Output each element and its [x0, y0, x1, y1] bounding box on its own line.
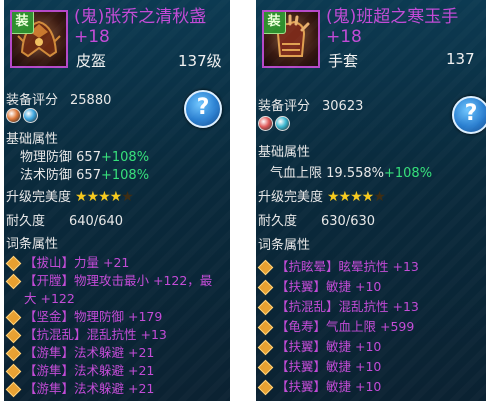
item-header: 装 (鬼)班超之寒玉手 +18 手套 137: [256, 0, 486, 80]
diamond-bullet-icon: [257, 319, 274, 336]
gem-icon[interactable]: [258, 116, 273, 131]
gem-icon[interactable]: [6, 108, 21, 123]
gem-icon[interactable]: [275, 116, 290, 131]
attribute-value: 19.558%: [326, 166, 384, 181]
attribute-value: 657: [76, 168, 101, 183]
gloves-item-icon[interactable]: 装: [262, 10, 320, 68]
affix-entry: 【扶翼】敏捷 +10: [257, 276, 381, 296]
diamond-bullet-icon: [257, 279, 274, 296]
star-rating: ★★★★★: [75, 189, 134, 205]
diamond-bullet-icon: [257, 359, 274, 376]
score-value: 30623: [322, 99, 364, 114]
help-button[interactable]: ?: [452, 96, 486, 134]
score-row: 装备评分 30623: [258, 95, 363, 114]
item-type: 手套: [328, 52, 359, 70]
diamond-bullet-icon: [5, 363, 22, 380]
durability-value: 640/640: [69, 214, 124, 229]
durability-label: 耐久度: [6, 214, 46, 229]
affix-entry: 【扶翼】敏捷 +10: [257, 356, 381, 376]
affix-attributes-label: 词条属性: [6, 237, 59, 252]
diamond-bullet-icon: [257, 299, 274, 316]
diamond-bullet-icon: [5, 309, 22, 326]
affix-entry: 【游隼】法术躲避 +21: [5, 378, 154, 398]
item-enhance-level: +18: [74, 27, 110, 47]
diamond-bullet-icon: [5, 273, 22, 290]
affix-entry: 【龟寿】气血上限 +599: [257, 316, 414, 336]
item-tooltip-left: 装 (鬼)张乔之清秋盏 +18 皮盔 137级 装备评分 25880 ? 基础属性…: [4, 0, 230, 401]
affix-entry: 【游隼】法术躲避 +21: [5, 360, 154, 380]
item-type: 皮盔: [76, 52, 107, 70]
base-attribute-row: 法术防御 657+108%: [20, 164, 149, 183]
affix-attributes-label: 词条属性: [258, 238, 311, 253]
diamond-bullet-icon: [5, 255, 22, 272]
attribute-name: 物理防御: [20, 150, 73, 165]
affix-entry: 【抗眩晕】眩晕抗性 +13: [257, 256, 419, 276]
attribute-value: 657: [76, 150, 101, 165]
attribute-bonus: +108%: [100, 168, 150, 183]
durability-row: 耐久度 630/630: [258, 210, 375, 229]
attribute-name: 气血上限: [270, 166, 323, 181]
diamond-bullet-icon: [5, 345, 22, 362]
equipped-badge: 装: [264, 12, 286, 34]
attribute-bonus: +108%: [384, 166, 433, 181]
star-rating: ★★★★★: [327, 189, 386, 205]
stars-filled: ★★★★: [75, 189, 122, 205]
perfection-row: 升级完美度 ★★★★★: [6, 186, 134, 205]
help-button[interactable]: ?: [184, 90, 222, 128]
stars-filled: ★★★★: [327, 189, 374, 205]
affix-entry: 【扶翼】敏捷 +10: [257, 336, 381, 356]
affix-entry: 【抗混乱】混乱抗性 +13: [257, 296, 419, 316]
attribute-bonus: +108%: [100, 150, 150, 165]
base-attributes-label: 基础属性: [258, 145, 311, 160]
affix-entry: 【坚金】物理防御 +179: [5, 306, 162, 326]
equipped-badge: 装: [12, 12, 34, 34]
affix-entry: 【游隼】法术躲避 +21: [5, 342, 154, 362]
diamond-bullet-icon: [5, 381, 22, 398]
durability-label: 耐久度: [258, 214, 298, 229]
base-attribute-row: 气血上限 19.558%+108%: [270, 162, 432, 181]
diamond-bullet-icon: [257, 379, 274, 396]
gem-icon[interactable]: [23, 108, 38, 123]
item-level: 137: [446, 50, 475, 68]
item-tooltip-right: 装 (鬼)班超之寒玉手 +18 手套 137 装备评分 30623 ? 基础属性 …: [256, 0, 486, 401]
score-label: 装备评分: [6, 93, 59, 108]
stars-empty: ★: [373, 189, 386, 205]
helmet-item-icon[interactable]: 装: [10, 10, 68, 68]
gem-slots: [6, 108, 40, 123]
score-label: 装备评分: [258, 99, 311, 114]
stars-empty: ★: [121, 189, 134, 205]
affix-entry-continuation: 大 +122: [24, 291, 75, 306]
item-name: (鬼)班超之寒玉手: [326, 7, 459, 27]
base-attribute-row: 物理防御 657+108%: [20, 146, 149, 165]
diamond-bullet-icon: [257, 259, 274, 276]
item-header: 装 (鬼)张乔之清秋盏 +18 皮盔 137级: [4, 0, 230, 80]
affix-entry: 【开膛】物理攻击最小 +122，最: [5, 270, 212, 290]
item-enhance-level: +18: [326, 27, 362, 47]
attribute-name: 法术防御: [20, 168, 73, 183]
perfection-label: 升级完美度: [258, 190, 324, 205]
affix-entry: 【拔山】力量 +21: [5, 252, 129, 272]
durability-row: 耐久度 640/640: [6, 210, 123, 229]
durability-value: 630/630: [321, 214, 376, 229]
perfection-label: 升级完美度: [6, 190, 72, 205]
perfection-row: 升级完美度 ★★★★★: [258, 186, 386, 205]
base-attributes-label: 基础属性: [6, 132, 59, 147]
diamond-bullet-icon: [257, 339, 274, 356]
item-name: (鬼)张乔之清秋盏: [74, 7, 207, 27]
diamond-bullet-icon: [5, 327, 22, 344]
gem-slots: [258, 116, 292, 131]
score-row: 装备评分 25880: [6, 89, 111, 108]
affix-entry: 【抗混乱】混乱抗性 +13: [5, 324, 167, 344]
item-level: 137级: [178, 52, 222, 70]
affix-entry: 【扶翼】敏捷 +10: [257, 376, 381, 396]
score-value: 25880: [70, 93, 112, 108]
